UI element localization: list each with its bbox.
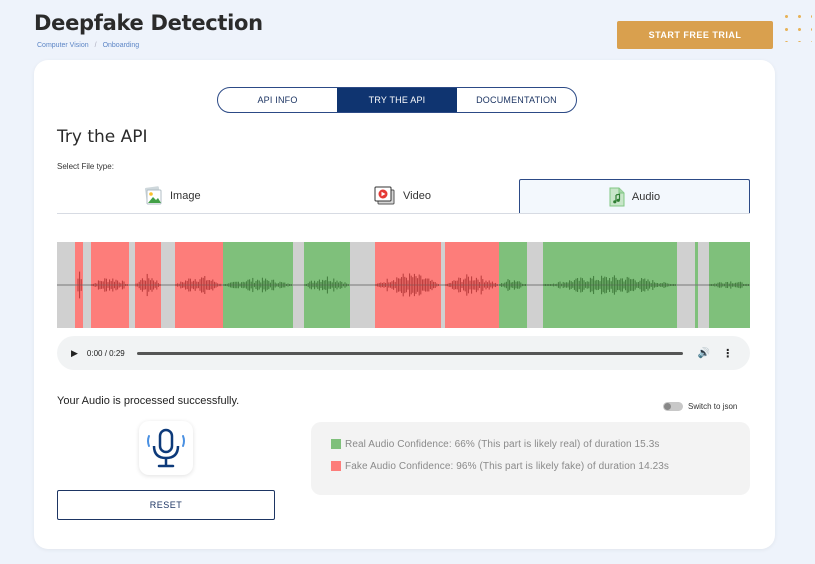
file-type-image[interactable]: Image: [143, 178, 201, 213]
file-type-image-label: Image: [170, 189, 201, 202]
reset-button[interactable]: RESET: [57, 490, 275, 520]
tab-api-info[interactable]: API INFO: [218, 88, 337, 112]
video-icon: [374, 186, 395, 204]
breadcrumb: Computer Vision / Onboarding: [37, 42, 139, 49]
more-options-icon[interactable]: ⋮: [722, 347, 733, 360]
start-free-trial-button[interactable]: START FREE TRIAL: [617, 21, 773, 49]
volume-icon[interactable]: 🔊: [698, 348, 710, 359]
results-panel: Real Audio Confidence: 66% (This part is…: [311, 422, 750, 495]
result-fake-text: Fake Audio Confidence: 96% (This part is…: [345, 460, 670, 472]
real-color-swatch: [331, 439, 341, 449]
json-toggle[interactable]: Switch to json: [663, 402, 737, 411]
microphone-badge: [139, 421, 193, 475]
breadcrumb-onboarding[interactable]: Onboarding: [103, 42, 140, 49]
tab-try-the-api[interactable]: TRY THE API: [337, 88, 457, 112]
result-real: Real Audio Confidence: 66% (This part is…: [331, 433, 750, 455]
audio-file-icon: [609, 187, 625, 206]
file-type-label: Select File type:: [57, 162, 114, 171]
player-time: 0:00 / 0:29: [86, 348, 125, 358]
waveform-graphic: [57, 242, 750, 328]
json-toggle-label: Switch to json: [688, 402, 738, 411]
decorative-dots: [780, 10, 812, 42]
image-icon: [144, 185, 162, 204]
play-icon[interactable]: ▶: [71, 348, 78, 359]
file-type-selector: Image Video Audio: [57, 178, 750, 214]
main-card: API INFO TRY THE API DOCUMENTATION Try t…: [34, 60, 775, 549]
toggle-switch[interactable]: [663, 402, 683, 411]
audio-waveform[interactable]: [57, 242, 750, 328]
file-type-video-label: Video: [403, 189, 431, 202]
result-fake: Fake Audio Confidence: 96% (This part is…: [331, 455, 750, 477]
file-type-audio[interactable]: Audio: [519, 179, 750, 213]
player-seek-bar[interactable]: [136, 351, 683, 355]
file-type-video[interactable]: Video: [374, 178, 431, 213]
microphone-icon: [147, 428, 185, 468]
status-message: Your Audio is processed successfully.: [57, 395, 240, 407]
page-title: Deepfake Detection: [34, 11, 263, 35]
fake-color-swatch: [331, 461, 341, 471]
audio-player: ▶ 0:00 / 0:29 🔊 ⋮: [57, 336, 750, 370]
file-type-audio-label: Audio: [631, 190, 661, 203]
breadcrumb-separator: /: [94, 42, 97, 49]
tab-documentation[interactable]: DOCUMENTATION: [457, 88, 576, 112]
result-real-text: Real Audio Confidence: 66% (This part is…: [345, 438, 660, 450]
breadcrumb-computer-vision[interactable]: Computer Vision: [37, 42, 89, 49]
section-title: Try the API: [57, 127, 148, 147]
api-tabs: API INFO TRY THE API DOCUMENTATION: [217, 87, 577, 113]
